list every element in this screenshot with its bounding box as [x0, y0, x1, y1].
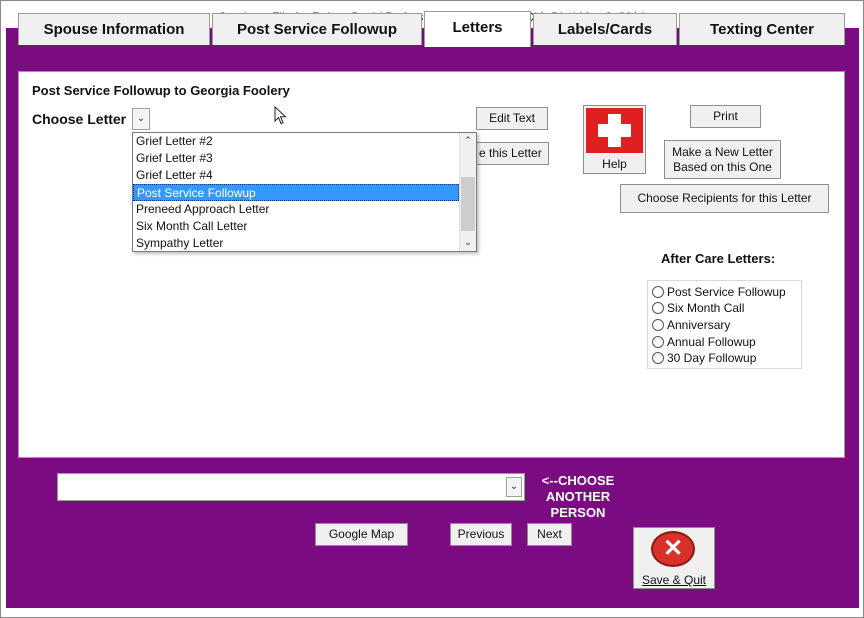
letters-panel: Post Service Followup to Georgia Foolery…: [18, 71, 845, 458]
radio-label: Six Month Call: [667, 301, 745, 315]
edit-text-button[interactable]: Edit Text: [476, 107, 548, 130]
radio-circle-icon: [652, 286, 664, 298]
tab-texting-center[interactable]: Texting Center: [679, 13, 845, 45]
new-letter-line2: Based on this One: [673, 160, 772, 174]
after-care-heading: After Care Letters:: [661, 251, 776, 266]
help-button[interactable]: Help: [583, 105, 646, 174]
radio-label: Anniversary: [667, 318, 731, 332]
radio-annual-followup[interactable]: Annual Followup: [652, 335, 756, 351]
mouse-cursor-icon: [274, 106, 287, 125]
save-quit-label: Save & Quit: [641, 573, 707, 587]
radio-circle-icon: [652, 319, 664, 331]
dropdown-scrollbar[interactable]: ⌃ ⌄: [459, 133, 476, 251]
list-item[interactable]: Grief Letter #4: [133, 167, 459, 184]
list-item-selected[interactable]: Post Service Followup: [133, 184, 459, 201]
app-window: Survivors File for Robert David Probos -…: [0, 0, 864, 618]
radio-30-day-followup[interactable]: 30 Day Followup: [652, 351, 756, 367]
list-item[interactable]: Grief Letter #3: [133, 150, 459, 167]
tab-label: Spouse Information: [43, 21, 185, 38]
red-cross-icon: [586, 108, 643, 153]
chevron-down-icon[interactable]: ⌄: [506, 477, 522, 497]
close-icon: ✕: [651, 531, 695, 567]
scrollbar-thumb[interactable]: [461, 177, 475, 231]
previous-button[interactable]: Previous: [450, 523, 512, 546]
radio-label: Annual Followup: [667, 335, 756, 349]
choose-letter-dropdown[interactable]: ⌄: [132, 108, 150, 130]
choose-recipients-button[interactable]: Choose Recipients for this Letter: [620, 184, 829, 213]
radio-post-service-followup[interactable]: Post Service Followup: [652, 285, 786, 301]
chevron-down-icon: ⌄: [136, 113, 146, 124]
radio-circle-icon: [652, 352, 664, 364]
letters-heading: Post Service Followup to Georgia Foolery: [32, 83, 290, 98]
new-letter-button[interactable]: Make a New Letter Based on this One: [664, 140, 781, 179]
radio-label: 30 Day Followup: [667, 351, 757, 365]
list-item[interactable]: Six Month Call Letter: [133, 218, 459, 235]
radio-six-month-call[interactable]: Six Month Call: [652, 301, 744, 317]
radio-circle-icon: [652, 302, 664, 314]
google-map-button[interactable]: Google Map: [315, 523, 408, 546]
new-letter-line1: Make a New Letter: [672, 145, 773, 159]
print-button[interactable]: Print: [690, 105, 761, 128]
tab-letters[interactable]: Letters: [424, 11, 531, 47]
choose-person-line2: ANOTHER: [545, 489, 611, 504]
tab-spouse-information[interactable]: Spouse Information: [18, 13, 210, 45]
after-care-radio-group: Post Service Followup Six Month Call Ann…: [647, 280, 802, 369]
chevron-down-icon[interactable]: ⌄: [460, 235, 476, 250]
letter-dropdown-list[interactable]: Grief Letter #2 Grief Letter #3 Grief Le…: [132, 132, 477, 252]
radio-anniversary[interactable]: Anniversary: [652, 318, 730, 334]
tab-post-service-followup[interactable]: Post Service Followup: [212, 13, 422, 45]
save-quit-button[interactable]: ✕ Save & Quit: [633, 527, 715, 589]
radio-circle-icon: [652, 336, 664, 348]
tab-label: Post Service Followup: [236, 21, 398, 38]
next-button[interactable]: Next: [527, 523, 572, 546]
list-item[interactable]: Sympathy Letter: [133, 235, 459, 252]
radio-label: Post Service Followup: [667, 285, 786, 299]
list-item[interactable]: Preneed Approach Letter: [133, 201, 459, 218]
choose-letter-label: Choose Letter: [32, 111, 127, 127]
save-letter-button[interactable]: e this Letter: [476, 142, 549, 165]
tab-labels-cards[interactable]: Labels/Cards: [533, 13, 677, 45]
tab-label: Labels/Cards: [557, 21, 653, 38]
list-item[interactable]: Grief Letter #2: [133, 133, 459, 150]
tab-label: Letters: [452, 19, 503, 36]
chevron-up-icon[interactable]: ⌃: [460, 133, 476, 148]
help-label: Help: [602, 157, 627, 171]
choose-person-line3: PERSON: [550, 505, 606, 520]
choose-person-hint: <--CHOOSE ANOTHER PERSON: [531, 473, 625, 521]
choose-person-select[interactable]: ⌄: [57, 473, 525, 501]
tab-label: Texting Center: [710, 21, 814, 38]
choose-person-line1: <--CHOOSE: [541, 473, 615, 488]
